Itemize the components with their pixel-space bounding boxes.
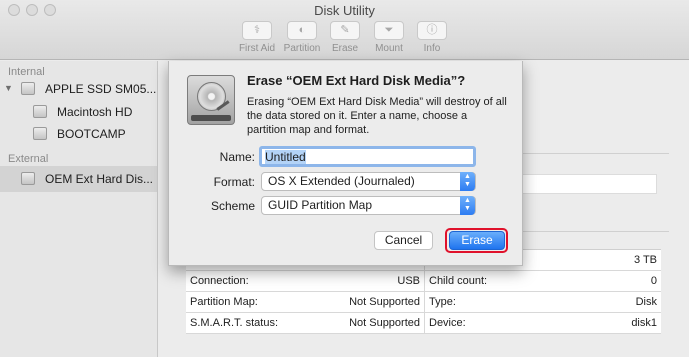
first-aid-button[interactable]: ⚕ First Aid — [232, 21, 282, 54]
sidebar-item-label: Macintosh HD — [57, 105, 133, 119]
mount-icon: ⏷ — [374, 21, 404, 40]
info-icon: ⓘ — [417, 21, 447, 40]
info-row: S.M.A.R.T. status: Not Supported Device:… — [186, 313, 661, 334]
erase-toolbar-button[interactable]: ✎ Erase — [320, 21, 370, 54]
connection-value: USB — [397, 275, 420, 287]
name-label: Name: — [219, 150, 255, 164]
toolbar: Disk Utility ⚕ First Aid ◐ Partition ✎ E… — [0, 0, 689, 60]
name-field[interactable]: Untitled — [259, 146, 476, 167]
smart-status-value: Not Supported — [349, 317, 420, 329]
partition-pie-icon: ◐ — [287, 21, 317, 40]
partition-map-label: Partition Map: — [190, 296, 258, 308]
sheet-message: Erasing “OEM Ext Hard Disk Media” will d… — [247, 96, 507, 136]
sidebar-item-oem-ext-hard-disk[interactable]: OEM Ext Hard Dis... — [0, 166, 157, 192]
cell-divider — [424, 313, 425, 334]
sidebar-section-external: External — [8, 153, 49, 165]
info-label: Info — [423, 43, 441, 54]
smart-status-label: S.M.A.R.T. status: — [190, 317, 279, 329]
device-value: disk1 — [631, 317, 657, 329]
child-count-value: 0 — [650, 275, 657, 287]
erase-icon: ✎ — [330, 21, 360, 40]
disclosure-triangle-icon[interactable]: ▼ — [4, 83, 13, 93]
format-label: Format: — [213, 175, 255, 189]
child-count-label: Child count: — [429, 275, 488, 287]
info-button[interactable]: ⓘ Info — [407, 21, 457, 54]
format-value: OS X Extended (Journaled) — [268, 174, 415, 188]
erase-button[interactable]: Erase — [449, 231, 505, 250]
first-aid-label: First Aid — [238, 43, 276, 54]
type-label: Type: — [429, 296, 456, 308]
type-value: Disk — [635, 296, 657, 308]
cell-divider — [424, 271, 425, 292]
chevron-updown-icon: ▲ ▼ — [460, 196, 475, 215]
sidebar-item-bootcamp[interactable]: BOOTCAMP — [0, 122, 157, 146]
device-label: Device: — [429, 317, 466, 329]
sidebar-item-apple-ssd[interactable]: ▼ APPLE SSD SM05... — [0, 77, 157, 101]
scheme-value: GUID Partition Map — [268, 198, 373, 212]
volume-icon — [33, 105, 47, 118]
hard-disk-icon — [187, 75, 235, 125]
info-row: Partition Map: Not Supported Type: Disk — [186, 292, 661, 313]
drive-base — [191, 115, 231, 121]
erase-sheet: Erase “OEM Ext Hard Disk Media”? Erasing… — [168, 61, 523, 266]
capacity-value: 3 TB — [633, 254, 657, 266]
sidebar: Internal ▼ APPLE SSD SM05... Macintosh H… — [0, 61, 158, 357]
sidebar-item-macintosh-hd[interactable]: Macintosh HD — [0, 100, 157, 124]
external-disk-icon — [21, 172, 35, 185]
sidebar-item-label: BOOTCAMP — [57, 127, 126, 141]
scheme-select[interactable]: GUID Partition Map ▲ ▼ — [261, 196, 476, 215]
sheet-title: Erase “OEM Ext Hard Disk Media”? — [247, 73, 466, 88]
internal-disk-icon — [21, 82, 35, 95]
scheme-label: Scheme — [210, 199, 255, 213]
stethoscope-icon: ⚕ — [242, 21, 272, 40]
window-title: Disk Utility — [314, 3, 375, 18]
info-row: Connection: USB Child count: 0 — [186, 271, 661, 292]
chevron-updown-icon: ▲ ▼ — [460, 172, 475, 191]
name-field-value: Untitled — [265, 150, 306, 164]
sidebar-item-label: OEM Ext Hard Dis... — [45, 172, 154, 186]
format-select[interactable]: OS X Extended (Journaled) ▲ ▼ — [261, 172, 476, 191]
volume-icon — [33, 127, 47, 140]
erase-toolbar-label: Erase — [331, 43, 359, 54]
partition-map-value: Not Supported — [349, 296, 420, 308]
disk-utility-window: Disk Utility ⚕ First Aid ◐ Partition ✎ E… — [0, 0, 689, 357]
cell-divider — [424, 292, 425, 313]
connection-label: Connection: — [190, 275, 249, 287]
sidebar-item-label: APPLE SSD SM05... — [45, 82, 157, 96]
cancel-button[interactable]: Cancel — [374, 231, 433, 250]
